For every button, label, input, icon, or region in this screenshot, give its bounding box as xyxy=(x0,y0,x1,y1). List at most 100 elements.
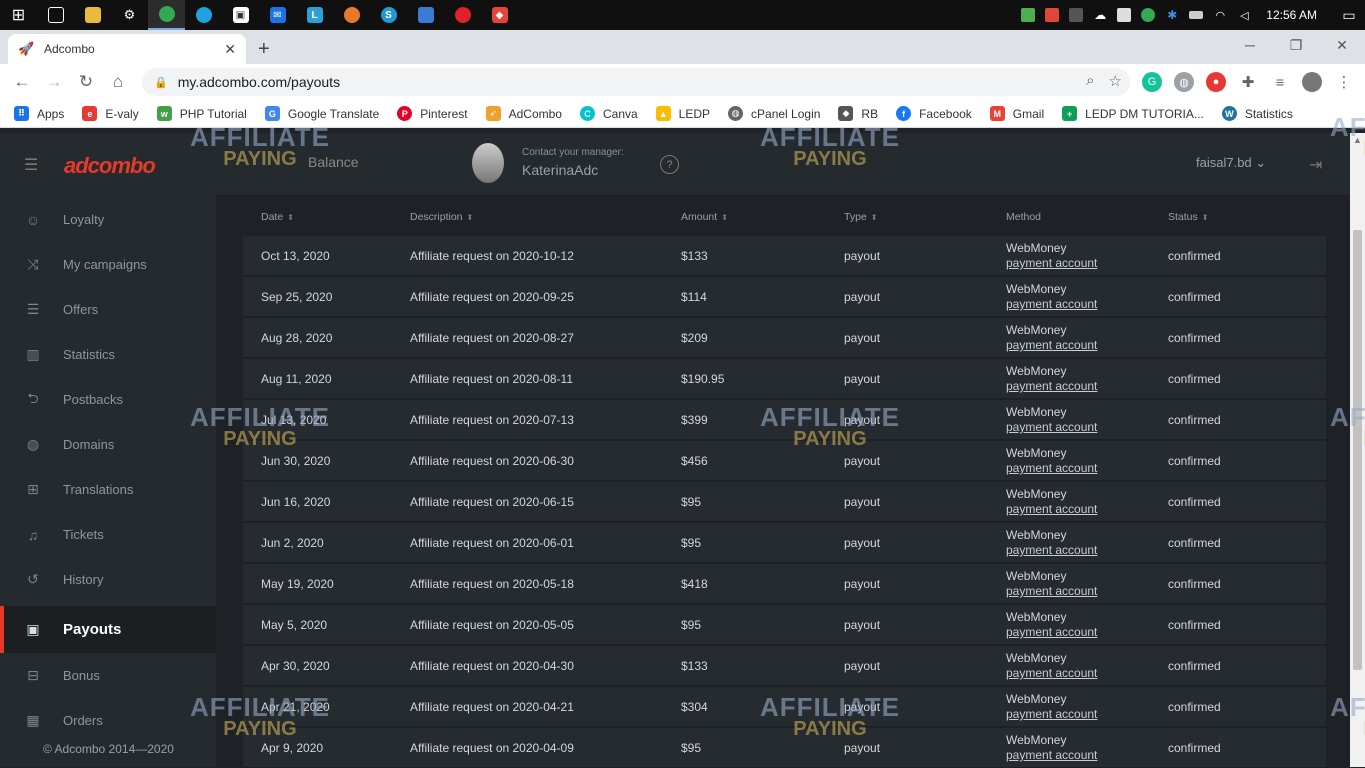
url-omnibox[interactable]: 🔒 my.adcombo.com/payouts ⌕ ☆ xyxy=(142,68,1130,96)
bluetooth-icon[interactable]: ✱ xyxy=(1160,0,1184,30)
help-question-icon[interactable]: ? xyxy=(660,155,679,174)
bookmark-star-icon[interactable]: ☆ xyxy=(1109,72,1122,90)
store-icon[interactable]: ▣ xyxy=(222,0,259,30)
bookmark-evaly[interactable]: e E-valy xyxy=(82,106,139,121)
sidebar-item-history[interactable]: ↺ History xyxy=(0,557,216,602)
payment-account-link[interactable]: payment account xyxy=(1006,625,1097,640)
zoom-icon[interactable]: ⌕ xyxy=(1086,72,1094,90)
mail-icon[interactable]: ✉ xyxy=(259,0,296,30)
l-app-icon[interactable]: L xyxy=(296,0,333,30)
bookmark-google-translate[interactable]: G Google Translate xyxy=(264,106,379,121)
reading-list-icon[interactable]: ≡ xyxy=(1270,72,1290,92)
tray-app-icon-2[interactable] xyxy=(1064,0,1088,30)
bookmark-gmail[interactable]: M Gmail xyxy=(989,106,1044,121)
payment-account-link[interactable]: payment account xyxy=(1006,584,1097,599)
edge-icon[interactable] xyxy=(185,0,222,30)
onedrive-icon[interactable]: ☁ xyxy=(1088,0,1112,30)
bookmark-adcombo[interactable]: ➶ AdCombo xyxy=(485,106,562,121)
column-header-type[interactable]: Type ⬍ xyxy=(844,211,877,223)
payment-account-link[interactable]: payment account xyxy=(1006,379,1097,394)
scroll-up-arrow-icon[interactable]: ▲ xyxy=(1353,135,1362,145)
payment-account-link[interactable]: payment account xyxy=(1006,748,1097,763)
task-view-icon[interactable] xyxy=(37,0,74,30)
globe-extension-icon[interactable]: ◍ xyxy=(1174,72,1194,92)
column-header-status[interactable]: Status ⬍ xyxy=(1168,211,1208,223)
hamburger-menu-icon[interactable]: ☰ xyxy=(24,155,40,175)
payment-account-link[interactable]: payment account xyxy=(1006,420,1097,435)
sidebar-item-orders[interactable]: ▦ Orders xyxy=(0,698,216,743)
payment-account-link[interactable]: payment account xyxy=(1006,461,1097,476)
manager-name[interactable]: KaterinaAdc xyxy=(522,162,598,178)
sidebar-item-my-campaigns[interactable]: ⤨ My campaigns xyxy=(0,242,216,287)
bookmark-statistics[interactable]: W Statistics xyxy=(1221,106,1293,121)
payment-account-link[interactable]: payment account xyxy=(1006,543,1097,558)
column-header-date[interactable]: Date ⬍ xyxy=(261,211,294,223)
payment-account-link[interactable]: payment account xyxy=(1006,707,1097,722)
sidebar-item-statistics[interactable]: ▥ Statistics xyxy=(0,332,216,377)
tab-close-icon[interactable]: ✕ xyxy=(224,41,236,58)
battery-icon[interactable] xyxy=(1184,0,1208,30)
anydesk-icon[interactable]: ◆ xyxy=(481,0,518,30)
window-close-icon[interactable]: ✕ xyxy=(1319,30,1365,60)
sidebar-item-bonus[interactable]: ⊟ Bonus xyxy=(0,653,216,698)
bookmark-cpanel-login[interactable]: ◍ cPanel Login xyxy=(728,106,820,121)
lock-icon[interactable]: 🔒 xyxy=(154,76,168,89)
skype-icon[interactable]: S xyxy=(370,0,407,30)
extension-icon[interactable]: ● xyxy=(1206,72,1226,92)
notification-icon[interactable]: ▭ xyxy=(1333,0,1365,30)
back-arrow-icon[interactable]: ← xyxy=(10,70,34,94)
bookmark-facebook[interactable]: f Facebook xyxy=(896,106,972,121)
sidebar-item-loyalty[interactable]: ☺ Loyalty xyxy=(0,197,216,242)
file-explorer-icon[interactable] xyxy=(74,0,111,30)
logout-icon[interactable]: ⇥ xyxy=(1309,155,1322,175)
bookmark-php-tutorial[interactable]: w PHP Tutorial xyxy=(156,106,247,121)
bookmark-ledp[interactable]: ▲ LEDP xyxy=(655,106,710,121)
user-menu[interactable]: faisal7.bd ⌄ xyxy=(1196,155,1266,171)
column-header-amount[interactable]: Amount ⬍ xyxy=(681,211,728,223)
wifi-icon[interactable]: ◠ xyxy=(1208,0,1232,30)
forward-arrow-icon[interactable]: → xyxy=(42,70,66,94)
settings-gear-icon[interactable]: ⚙ xyxy=(111,0,148,30)
volume-icon[interactable]: ◁ xyxy=(1232,0,1256,30)
payment-account-link[interactable]: payment account xyxy=(1006,338,1097,353)
app-icon[interactable] xyxy=(407,0,444,30)
tray-app-icon[interactable] xyxy=(1016,0,1040,30)
opera-icon[interactable] xyxy=(444,0,481,30)
page-scrollbar[interactable]: ▲ xyxy=(1350,133,1365,767)
puzzle-icon[interactable]: ✚ xyxy=(1238,72,1258,92)
url-text[interactable]: my.adcombo.com/payouts xyxy=(178,74,340,90)
restore-icon[interactable]: ❐ xyxy=(1273,30,1319,60)
sidebar-item-translations[interactable]: ⊞ Translations xyxy=(0,467,216,512)
sidebar-item-payouts[interactable]: ▣ Payouts xyxy=(0,606,216,653)
column-header-description[interactable]: Description ⬍ xyxy=(410,211,473,223)
tray-chrome-icon[interactable] xyxy=(1136,0,1160,30)
windows-start-icon[interactable]: ⊞ xyxy=(0,0,37,30)
bookmark-ledp-dm-tutorial[interactable]: + LEDP DM TUTORIA... xyxy=(1062,106,1204,121)
payment-account-link[interactable]: payment account xyxy=(1006,666,1097,681)
new-tab-plus-icon[interactable]: + xyxy=(258,38,270,61)
payment-account-link[interactable]: payment account xyxy=(1006,297,1097,312)
scroll-thumb[interactable] xyxy=(1353,230,1362,670)
bookmark-apps[interactable]: ⠿ Apps xyxy=(14,106,64,121)
payment-account-link[interactable]: payment account xyxy=(1006,502,1097,517)
tray-shield-icon[interactable] xyxy=(1112,0,1136,30)
sidebar-item-offers[interactable]: ☰ Offers xyxy=(0,287,216,332)
grammarly-icon[interactable]: G xyxy=(1142,72,1162,92)
sidebar-item-domains[interactable]: ◍ Domains xyxy=(0,422,216,467)
bookmark-pinterest[interactable]: P Pinterest xyxy=(397,106,468,121)
tray-anydesk-icon[interactable] xyxy=(1040,0,1064,30)
adcombo-logo[interactable]: adcombo xyxy=(64,153,156,179)
reload-icon[interactable]: ↻ xyxy=(74,70,98,94)
firefox-icon[interactable] xyxy=(333,0,370,30)
minimize-icon[interactable]: ─ xyxy=(1227,30,1273,60)
browser-tab[interactable]: 🚀 Adcombo ✕ xyxy=(8,34,246,64)
chrome-icon[interactable] xyxy=(148,0,185,30)
taskbar-clock[interactable]: 12:56 AM xyxy=(1256,8,1333,22)
balance-label[interactable]: Balance xyxy=(308,154,359,170)
bookmark-canva[interactable]: C Canva xyxy=(579,106,638,121)
sidebar-item-tickets[interactable]: ♫ Tickets xyxy=(0,512,216,557)
sidebar-item-postbacks[interactable]: ⮌ Postbacks xyxy=(0,377,216,422)
kebab-menu-icon[interactable]: ⋮ xyxy=(1334,72,1354,92)
bookmark-rb[interactable]: ◆ RB xyxy=(838,106,878,121)
profile-avatar[interactable] xyxy=(1302,72,1322,92)
